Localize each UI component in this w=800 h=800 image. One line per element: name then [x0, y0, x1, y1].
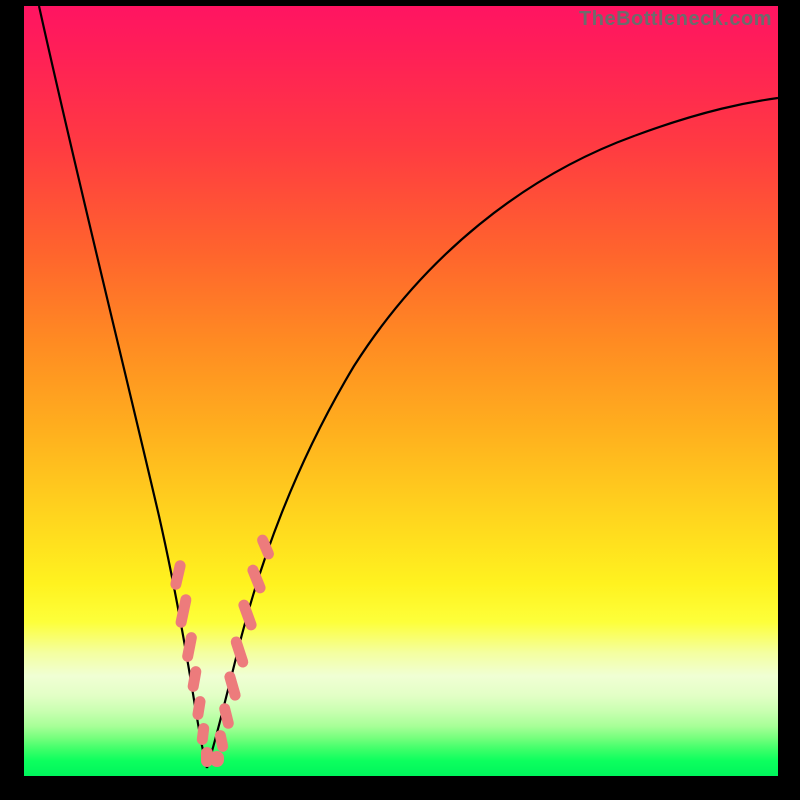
bead-icon: [229, 635, 249, 669]
bead-icon: [237, 598, 258, 632]
bead-icon: [246, 563, 267, 595]
right-branch-curve: [207, 98, 778, 768]
bead-icon: [210, 751, 224, 767]
plot-area: TheBottleneck.com: [24, 6, 778, 776]
curve-overlay: [24, 6, 778, 776]
left-branch-curve: [39, 6, 207, 768]
bead-icon: [214, 729, 229, 753]
marker-cluster: [169, 533, 275, 767]
outer-frame: TheBottleneck.com: [0, 0, 800, 800]
